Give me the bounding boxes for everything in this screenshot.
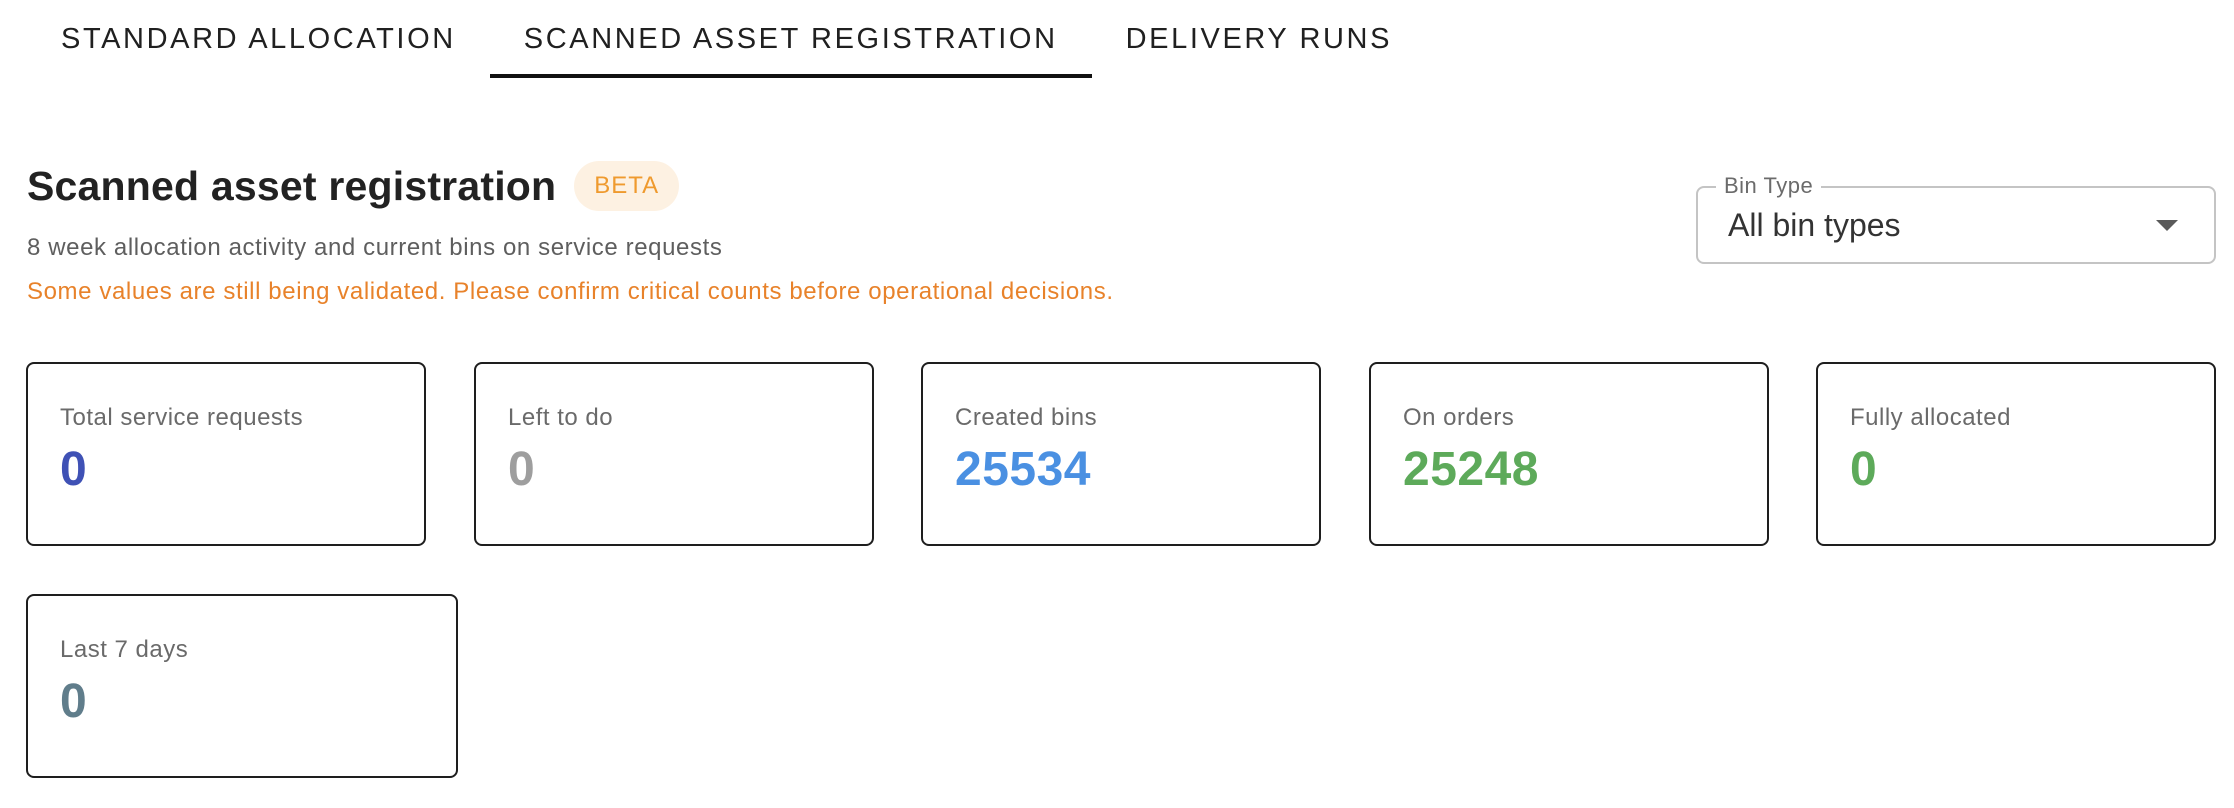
stat-value: 0 [60, 443, 88, 496]
stat-value: 0 [1850, 443, 1878, 496]
stat-card-left-to-do: Left to do 0 [474, 362, 874, 546]
stat-card-total-service-requests: Total service requests 0 [26, 362, 426, 546]
stat-value: 0 [508, 443, 536, 496]
validation-warning: Some values are still being validated. P… [27, 278, 1114, 305]
stat-value: 25248 [1403, 443, 1539, 496]
page-title: Scanned asset registration [27, 162, 557, 209]
stat-value: 0 [60, 675, 88, 728]
stat-label: On orders [1403, 404, 1515, 431]
stat-label: Left to do [508, 404, 614, 431]
stat-value: 25534 [955, 443, 1091, 496]
tab-scanned-asset-registration[interactable]: SCANNED ASSET REGISTRATION [489, 0, 1092, 78]
bin-type-value: All bin types [1728, 206, 1901, 243]
page-subtitle: 8 week allocation activity and current b… [27, 234, 723, 261]
bin-type-select[interactable]: Bin Type All bin types [1696, 173, 2216, 264]
stat-card-fully-allocated: Fully allocated 0 [1816, 362, 2216, 546]
stat-label: Fully allocated [1850, 404, 2011, 431]
stat-card-on-orders: On orders 25248 [1369, 362, 1769, 546]
stat-label: Total service requests [60, 404, 304, 431]
dropdown-arrow-icon[interactable] [2156, 220, 2178, 231]
stat-label: Created bins [955, 404, 1098, 431]
stat-card-last-7-days: Last 7 days 0 [26, 594, 458, 778]
title-row: Scanned asset registration BETA [27, 160, 1114, 212]
stat-card-created-bins: Created bins 25534 [921, 362, 1321, 546]
tab-bar: STANDARD ALLOCATION SCANNED ASSET REGIST… [27, 0, 1426, 82]
tab-delivery-runs[interactable]: DELIVERY RUNS [1092, 0, 1426, 78]
tab-standard-allocation[interactable]: STANDARD ALLOCATION [27, 0, 490, 78]
page-header: Scanned asset registration BETA 8 week a… [27, 160, 1114, 306]
beta-badge: BETA [574, 161, 680, 211]
stat-label: Last 7 days [60, 636, 189, 663]
